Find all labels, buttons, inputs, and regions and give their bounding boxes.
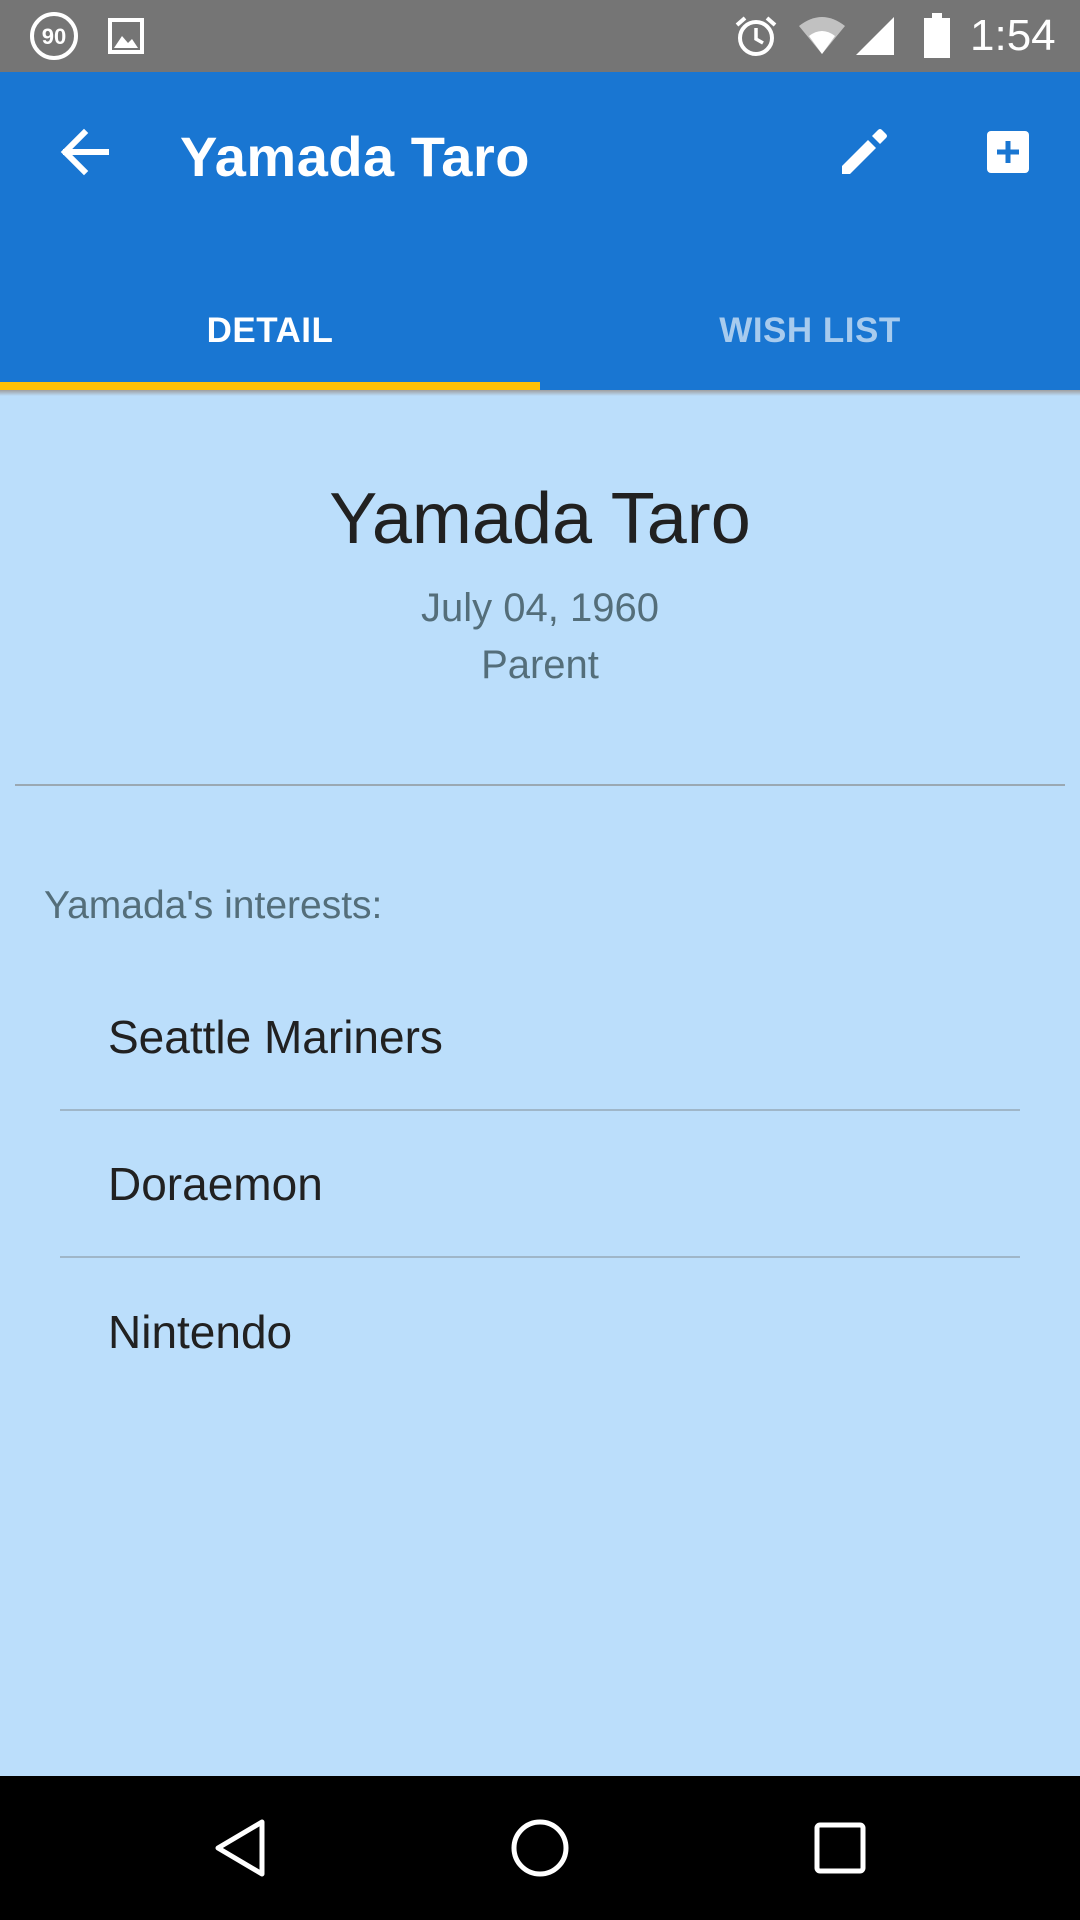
nav-back-button[interactable] [180, 1776, 300, 1920]
svg-text:90: 90 [42, 24, 66, 49]
alarm-icon [730, 0, 782, 72]
wifi-icon [796, 0, 848, 72]
nav-recents-button[interactable] [780, 1776, 900, 1920]
image-icon [104, 0, 148, 72]
back-button[interactable] [44, 112, 124, 192]
tab-detail[interactable]: DETAIL [0, 272, 540, 390]
profile-name: Yamada Taro [329, 479, 751, 559]
tab-detail-label: DETAIL [206, 311, 334, 350]
interest-item[interactable]: Doraemon [60, 1111, 1020, 1258]
tab-bar: DETAIL WISH LIST [0, 272, 1080, 390]
interests-list: Seattle Mariners Doraemon Nintendo [60, 964, 1020, 1405]
nav-home-icon [511, 1819, 569, 1877]
tab-indicator [0, 382, 540, 390]
app-bar-title: Yamada Taro [180, 125, 530, 188]
nav-home-button[interactable] [480, 1776, 600, 1920]
interest-item[interactable]: Nintendo [60, 1258, 1020, 1405]
interests-label: Yamada's interests: [44, 884, 383, 927]
status-time: 1:54 [970, 11, 1056, 60]
arrow-back-icon [60, 128, 109, 176]
nav-back-icon [215, 1819, 265, 1877]
edit-button[interactable] [824, 112, 904, 192]
add-button[interactable] [968, 112, 1048, 192]
notification-90-icon: 90 [28, 0, 80, 72]
add-box-icon [987, 131, 1029, 173]
app-bar-shadow [0, 390, 1080, 396]
nav-recents-icon [814, 1822, 866, 1874]
profile-birthdate: July 04, 1960 [421, 586, 659, 630]
section-divider [15, 784, 1065, 786]
status-bar: 90 1:54 [0, 0, 1080, 72]
profile-role: Parent [481, 643, 599, 687]
navigation-bar [0, 1776, 1080, 1920]
pencil-icon [842, 129, 887, 174]
interest-item[interactable]: Seattle Mariners [60, 964, 1020, 1111]
tab-wish-list[interactable]: WISH LIST [540, 272, 1080, 390]
cell-signal-icon [852, 0, 898, 72]
battery-icon [918, 0, 956, 72]
app-bar: Yamada Taro DETAIL WISH LIST [0, 72, 1080, 390]
tab-wish-list-label: WISH LIST [719, 311, 901, 350]
